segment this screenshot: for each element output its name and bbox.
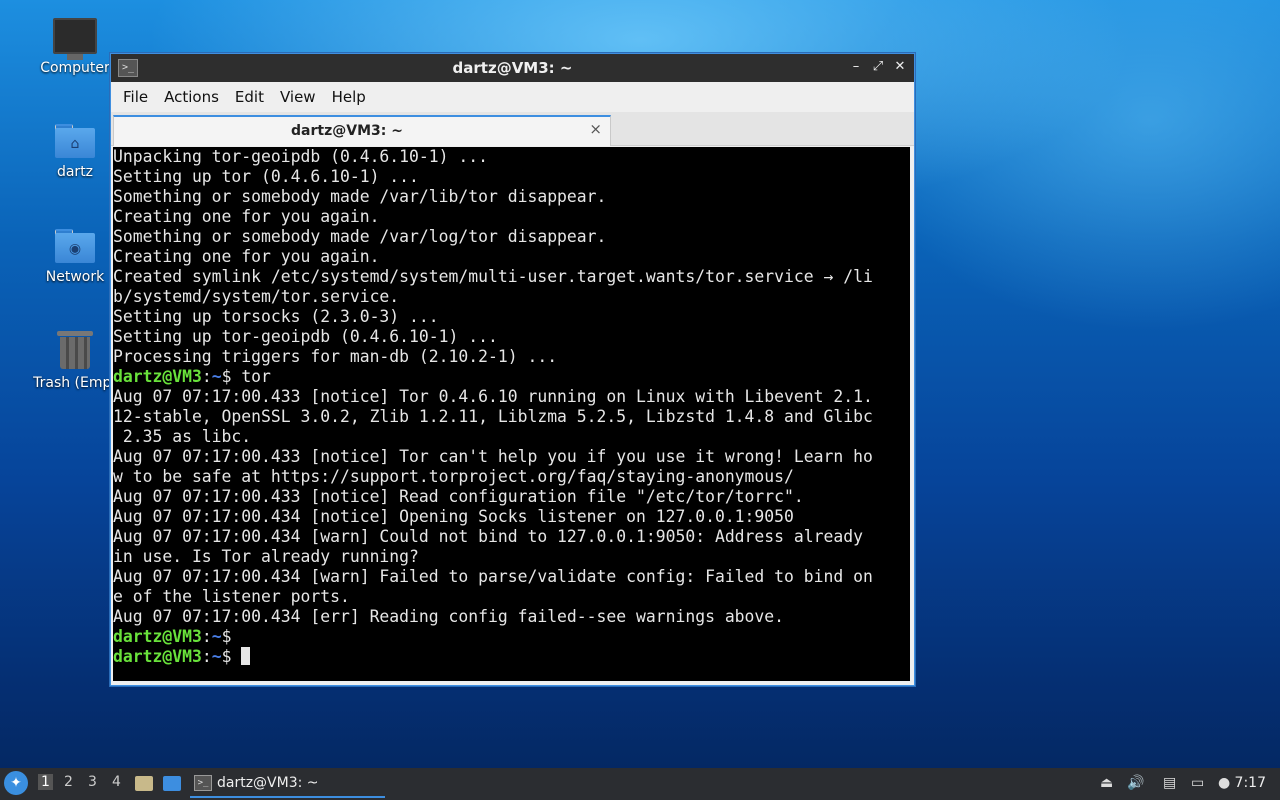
eject-icon[interactable]: ⏏ bbox=[1100, 775, 1113, 791]
prompt-user: dartz@VM3 bbox=[113, 647, 202, 666]
volume-icon[interactable]: 🔊 bbox=[1127, 775, 1144, 791]
prompt-path: ~ bbox=[211, 367, 222, 386]
desktop-icon-label: Trash (Empt bbox=[33, 375, 117, 391]
desktop-icon-trash[interactable]: Trash (Empt bbox=[27, 331, 123, 391]
desktop-icon-network[interactable]: ◉ Network bbox=[27, 229, 123, 285]
workspace-2[interactable]: 2 bbox=[64, 774, 73, 790]
desktop-icon-home[interactable]: ⌂ dartz bbox=[27, 124, 123, 180]
desktop-icon-computer[interactable]: Computer bbox=[27, 18, 123, 76]
terminal-text: Unpacking tor-geoipdb (0.4.6.10-1) ... S… bbox=[113, 147, 873, 666]
desktop-icon-label: Network bbox=[45, 269, 105, 285]
taskbar: ✦ 1 2 3 4 >_ dartz@VM3: ~ ⏏ 🔊 ▤ ▭ ● 7:17 bbox=[0, 768, 1280, 800]
menu-help[interactable]: Help bbox=[324, 88, 374, 106]
terminal-icon: >_ bbox=[194, 775, 212, 791]
prompt-path: ~ bbox=[211, 627, 222, 646]
menubar: File Actions Edit View Help bbox=[111, 82, 914, 112]
terminal-cursor bbox=[241, 647, 251, 665]
desktop-icon-label: dartz bbox=[56, 164, 94, 180]
prompt-path: ~ bbox=[211, 647, 222, 666]
terminal-window: >_ dartz@VM3: ~ – ⤢ ✕ File Actions Edit … bbox=[110, 53, 915, 686]
prompt-user: dartz@VM3 bbox=[113, 627, 202, 646]
file-manager-icon[interactable] bbox=[135, 776, 153, 791]
workspace-4[interactable]: 4 bbox=[112, 774, 121, 790]
network-folder-icon: ◉ bbox=[55, 229, 95, 263]
tab-terminal[interactable]: dartz@VM3: ~ × bbox=[113, 115, 611, 146]
workspace-1[interactable]: 1 bbox=[38, 774, 53, 790]
menu-actions[interactable]: Actions bbox=[156, 88, 227, 106]
show-desktop-icon[interactable] bbox=[163, 776, 181, 791]
notification-icon[interactable]: ● bbox=[1218, 775, 1230, 791]
taskbar-item-terminal[interactable]: >_ dartz@VM3: ~ bbox=[190, 770, 385, 798]
terminal-output[interactable]: Unpacking tor-geoipdb (0.4.6.10-1) ... S… bbox=[113, 147, 910, 681]
menu-view[interactable]: View bbox=[272, 88, 324, 106]
maximize-button[interactable]: ⤢ bbox=[870, 58, 886, 76]
taskbar-item-label: dartz@VM3: ~ bbox=[217, 775, 319, 791]
tab-label: dartz@VM3: ~ bbox=[291, 123, 403, 139]
window-title: dartz@VM3: ~ bbox=[452, 59, 573, 77]
menu-file[interactable]: File bbox=[115, 88, 156, 106]
tab-close-icon[interactable]: × bbox=[589, 120, 602, 138]
home-folder-icon: ⌂ bbox=[55, 124, 95, 158]
trash-icon bbox=[57, 331, 93, 369]
workspace-3[interactable]: 3 bbox=[88, 774, 97, 790]
tab-bar: dartz@VM3: ~ × bbox=[111, 112, 914, 146]
window-titlebar[interactable]: >_ dartz@VM3: ~ – ⤢ ✕ bbox=[111, 54, 914, 82]
computer-icon bbox=[53, 18, 97, 60]
network-icon[interactable]: ▭ bbox=[1191, 775, 1204, 791]
clock[interactable]: 7:17 bbox=[1235, 775, 1266, 791]
prompt-user: dartz@VM3 bbox=[113, 367, 202, 386]
minimize-button[interactable]: – bbox=[848, 58, 864, 76]
desktop-icon-label: Computer bbox=[40, 60, 110, 76]
close-button[interactable]: ✕ bbox=[892, 58, 908, 76]
menu-edit[interactable]: Edit bbox=[227, 88, 272, 106]
start-menu-button[interactable]: ✦ bbox=[4, 771, 28, 795]
clipboard-icon[interactable]: ▤ bbox=[1163, 775, 1176, 791]
